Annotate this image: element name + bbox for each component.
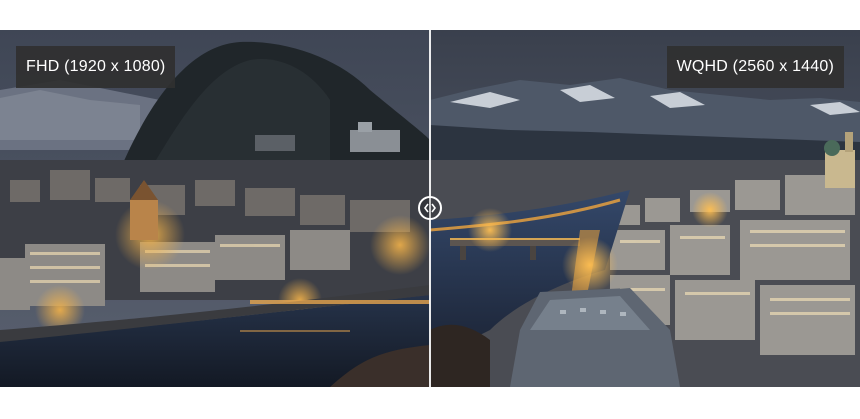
fhd-resolution-label: FHD (1920 x 1080) (16, 46, 176, 88)
fhd-image-pane: FHD (1920 x 1080) (0, 30, 430, 387)
wqhd-image-pane: WQHD (2560 x 1440) (430, 30, 860, 387)
image-comparison-slider[interactable]: FHD (1920 x 1080) WQHD (2560 x 1440) (0, 30, 860, 387)
wqhd-resolution-label: WQHD (2560 x 1440) (666, 46, 844, 88)
comparison-slider-handle[interactable] (418, 196, 442, 220)
left-right-arrows-icon (424, 203, 436, 213)
